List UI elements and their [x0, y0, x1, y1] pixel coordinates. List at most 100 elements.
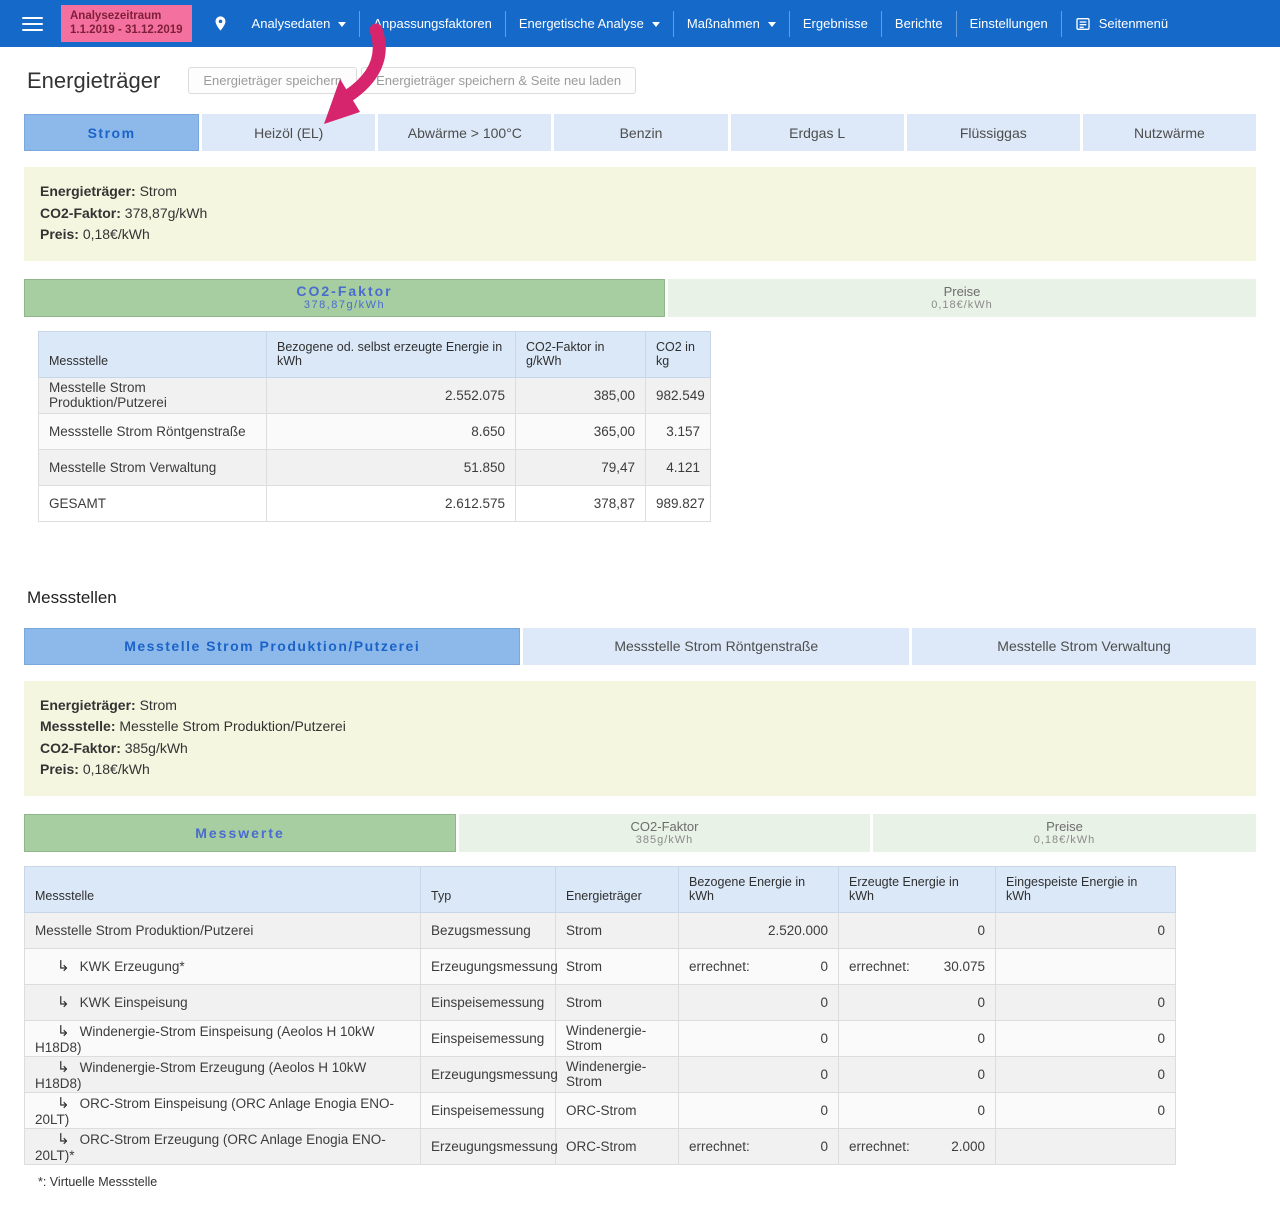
- save-button[interactable]: Energieträger speichern: [188, 67, 357, 94]
- info-value: Messtelle Strom Produktion/Putzerei: [119, 718, 345, 734]
- tab-benzin[interactable]: Benzin: [554, 114, 727, 151]
- nav-item-energetische-analyse[interactable]: Energetische Analyse: [505, 11, 673, 37]
- eingespeiste-cell: 0: [996, 1092, 1176, 1128]
- nav-item-einstellungen[interactable]: Einstellungen: [956, 11, 1061, 37]
- cell-value: 0: [977, 1103, 985, 1118]
- tab-erdgas-l[interactable]: Erdgas L: [731, 114, 904, 151]
- bezogene-cell: 2.520.000: [679, 912, 839, 948]
- table-row: Messstelle Strom Röntgenstraße 8.650 365…: [39, 413, 711, 449]
- tab-heizoel-el[interactable]: Heizöl (EL): [202, 114, 375, 151]
- header-energietraeger: Energieträger: [556, 866, 679, 912]
- station-tab-roentgenstrasse[interactable]: Messstelle Strom Röntgenstraße: [523, 628, 909, 665]
- cell-value: 0: [977, 923, 985, 938]
- energy-cell: 2.612.575: [267, 485, 516, 521]
- info-row: Energieträger: Strom: [40, 695, 1240, 717]
- energietraeger-cell: ORC-Strom: [556, 1092, 679, 1128]
- location-pin-icon[interactable]: [212, 15, 229, 32]
- cell-value: 0: [977, 1031, 985, 1046]
- tab-fluessiggas[interactable]: Flüssiggas: [907, 114, 1080, 151]
- messstelle-label: ORC-Strom Einspeisung (ORC Anlage Enogia…: [35, 1096, 394, 1127]
- tab-abwaerme[interactable]: Abwärme > 100°C: [378, 114, 551, 151]
- station-tabs: Messtelle Strom Produktion/Putzerei Mess…: [24, 628, 1256, 665]
- tab-nutzwaerme[interactable]: Nutzwärme: [1083, 114, 1256, 151]
- toggle-subtitle: 0,18€/kWh: [931, 299, 993, 312]
- nav-menu: Analysedaten Anpassungsfaktoren Energeti…: [239, 0, 1182, 47]
- calc-label: errechnet:: [849, 959, 910, 974]
- nav-item-anpassungsfaktoren[interactable]: Anpassungsfaktoren: [359, 11, 505, 37]
- hamburger-menu-icon[interactable]: [22, 13, 43, 35]
- typ-cell: Erzeugungsmessung: [421, 1056, 556, 1092]
- cell-value: 0: [977, 995, 985, 1010]
- messstelle-label: Messtelle Strom Produktion/Putzerei: [35, 923, 253, 938]
- nav-item-seitenmenu[interactable]: Seitenmenü: [1061, 11, 1181, 37]
- messstelle-label: KWK Erzeugung*: [80, 959, 185, 974]
- measure-table: Messstelle Typ Energieträger Bezogene En…: [24, 866, 1176, 1165]
- info-label: Preis:: [40, 226, 79, 242]
- cell-value: 0: [820, 1103, 828, 1118]
- factor-cell: 79,47: [516, 449, 646, 485]
- station-preise-toggle[interactable]: Preise 0,18€/kWh: [873, 814, 1256, 852]
- save-reload-button[interactable]: Energieträger speichern & Seite neu lade…: [361, 67, 636, 94]
- table-row: Messtelle Strom Produktion/Putzerei 2.55…: [39, 377, 711, 413]
- info-value: Strom: [140, 697, 177, 713]
- nav-item-label: Ergebnisse: [803, 16, 868, 31]
- info-label: Messstelle:: [40, 718, 115, 734]
- erzeugte-cell: 0: [839, 1020, 996, 1056]
- typ-cell: Einspeisemessung: [421, 1020, 556, 1056]
- title-row: Energieträger Energieträger speichern En…: [24, 67, 1256, 94]
- energietraeger-cell: Strom: [556, 912, 679, 948]
- messwerte-toggle[interactable]: Messwerte: [24, 814, 456, 852]
- nav-item-berichte[interactable]: Berichte: [881, 11, 956, 37]
- nav-item-label: Seitenmenü: [1099, 16, 1168, 31]
- energietraeger-cell: Windenergie-Strom: [556, 1020, 679, 1056]
- eingespeiste-cell: [996, 948, 1176, 984]
- bezogene-cell: 0: [679, 1056, 839, 1092]
- station-view-toggles: Messwerte CO2-Faktor 385g/kWh Preise 0,1…: [24, 814, 1256, 852]
- info-value: 385g/kWh: [125, 740, 188, 756]
- nav-item-label: Maßnahmen: [687, 16, 760, 31]
- station-tab-verwaltung[interactable]: Messtelle Strom Verwaltung: [912, 628, 1256, 665]
- list-icon: [1075, 16, 1091, 32]
- table-header-row: Messstelle Typ Energieträger Bezogene En…: [25, 866, 1176, 912]
- cell-value: 0: [820, 1031, 828, 1046]
- header-erzeugte-energie: Erzeugte Energie in kWh: [839, 866, 996, 912]
- top-nav: Analysezeitraum 1.1.2019 - 31.12.2019 An…: [0, 0, 1280, 47]
- analysis-period-label: Analysezeitraum: [70, 9, 183, 23]
- messstelle-cell: Windenergie-Strom Erzeugung (Aeolos H 10…: [25, 1056, 421, 1092]
- nav-item-analysedaten[interactable]: Analysedaten: [239, 11, 360, 37]
- messstelle-cell: Messtelle Strom Produktion/Putzerei: [39, 377, 267, 413]
- nav-item-label: Einstellungen: [970, 16, 1048, 31]
- cell-value: 0: [1157, 923, 1165, 938]
- sub-arrow-icon: [57, 957, 70, 975]
- messstelle-label: ORC-Strom Erzeugung (ORC Anlage Enogia E…: [35, 1132, 386, 1163]
- messstelle-cell: Messtelle Strom Produktion/Putzerei: [25, 912, 421, 948]
- energietraeger-cell: Windenergie-Strom: [556, 1056, 679, 1092]
- sub-arrow-icon: [57, 1130, 70, 1148]
- nav-item-label: Analysedaten: [252, 16, 331, 31]
- cell-value: 0: [1157, 995, 1165, 1010]
- info-row: CO2-Faktor: 378,87g/kWh: [40, 203, 1240, 225]
- messstellen-heading: Messstellen: [27, 588, 1256, 608]
- sub-arrow-icon: [57, 1094, 70, 1112]
- co2-factor-toggle[interactable]: CO2-Faktor 378,87g/kWh: [24, 279, 665, 317]
- messstelle-cell: GESAMT: [39, 485, 267, 521]
- bezogene-cell: 0: [679, 1092, 839, 1128]
- energietraeger-cell: ORC-Strom: [556, 1128, 679, 1164]
- virtual-station-footnote: *: Virtuelle Messstelle: [38, 1175, 1256, 1189]
- calc-label: errechnet:: [849, 1139, 910, 1154]
- station-co2-factor-toggle[interactable]: CO2-Faktor 385g/kWh: [459, 814, 870, 852]
- erzeugte-cell: 0: [839, 984, 996, 1020]
- nav-item-ergebnisse[interactable]: Ergebnisse: [789, 11, 881, 37]
- nav-item-massnahmen[interactable]: Maßnahmen: [673, 11, 789, 37]
- preise-toggle[interactable]: Preise 0,18€/kWh: [668, 279, 1256, 317]
- erzeugte-cell: 0: [839, 1056, 996, 1092]
- toggle-title: CO2-Faktor: [296, 283, 392, 299]
- typ-cell: Erzeugungsmessung: [421, 1128, 556, 1164]
- bezogene-cell: errechnet:0: [679, 1128, 839, 1164]
- messstelle-cell: KWK Erzeugung*: [25, 948, 421, 984]
- tab-strom[interactable]: Strom: [24, 114, 199, 151]
- station-tab-produktion-putzerei[interactable]: Messtelle Strom Produktion/Putzerei: [24, 628, 520, 665]
- erzeugte-cell: errechnet:30.075: [839, 948, 996, 984]
- station-info-box: Energieträger: Strom Messstelle: Messtel…: [24, 681, 1256, 796]
- analysis-period[interactable]: Analysezeitraum 1.1.2019 - 31.12.2019: [61, 5, 192, 42]
